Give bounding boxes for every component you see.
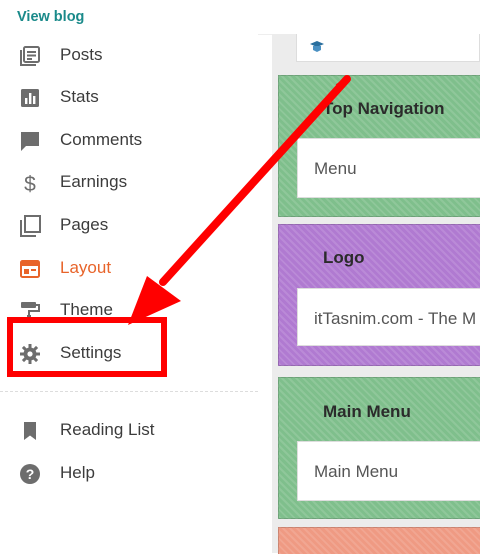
sidebar-item-earnings[interactable]: $ Earnings <box>0 162 258 202</box>
widget-label: Main Menu <box>314 462 399 481</box>
sidebar-item-label: Theme <box>60 300 113 319</box>
comments-icon <box>21 132 39 151</box>
sidebar-item-theme[interactable]: Theme <box>0 290 258 330</box>
sidebar-divider <box>0 391 258 393</box>
pages-icon <box>20 215 41 237</box>
sidebar-item-label: Help <box>60 463 95 482</box>
widget-label: itTasnim.com - The M <box>314 309 477 328</box>
sidebar-item-comments[interactable]: Comments <box>0 120 258 160</box>
sidebar-item-label: Stats <box>60 87 99 106</box>
header-widget[interactable] <box>296 34 480 62</box>
sidebar-item-label: Pages <box>60 215 109 234</box>
help-icon: ? <box>20 464 40 484</box>
layout-icon <box>20 260 40 278</box>
sidebar-item-label: Layout <box>60 258 112 277</box>
posts-icon <box>20 46 40 66</box>
widget-menu[interactable]: Menu <box>297 138 480 198</box>
section-title: Main Menu <box>323 402 411 421</box>
section-title: Logo <box>323 248 365 267</box>
sidebar-item-posts[interactable]: Posts <box>0 35 258 75</box>
section-top-navigation[interactable]: Top Navigation Menu <box>278 75 480 217</box>
paint-roller-icon <box>21 302 40 321</box>
section-main-menu[interactable]: Main Menu Main Menu <box>278 377 480 519</box>
top-bar: View blog <box>0 0 480 35</box>
sidebar-item-layout[interactable]: Layout <box>0 248 258 288</box>
gear-icon <box>20 344 40 364</box>
sidebar-item-label: Posts <box>60 45 103 64</box>
svg-text:$: $ <box>24 173 36 195</box>
bookmark-icon <box>24 422 36 440</box>
svg-text:?: ? <box>26 466 35 482</box>
sidebar-item-settings[interactable]: Settings <box>0 333 258 373</box>
sidebar-item-label: Comments <box>60 130 143 149</box>
dollar-icon: $ <box>24 173 36 195</box>
sidebar-item-label: Reading List <box>60 420 155 439</box>
sidebar-item-pages[interactable]: Pages <box>0 205 258 245</box>
section-next[interactable] <box>278 527 480 554</box>
stats-icon <box>21 89 39 107</box>
site-logo-icon <box>310 41 324 52</box>
widget-logo[interactable]: itTasnim.com - The M <box>297 288 480 346</box>
sidebar-item-label: Settings <box>60 343 122 362</box>
view-blog-link[interactable]: View blog <box>17 9 84 25</box>
section-title: Top Navigation <box>323 99 445 118</box>
sidebar-item-label: Earnings <box>60 172 128 191</box>
widget-label: Menu <box>314 159 357 178</box>
section-logo[interactable]: Logo itTasnim.com - The M <box>278 224 480 366</box>
widget-main-menu[interactable]: Main Menu <box>297 441 480 501</box>
sidebar-item-reading-list[interactable]: Reading List <box>0 410 258 450</box>
sidebar-item-stats[interactable]: Stats <box>0 77 258 117</box>
sidebar-item-help[interactable]: ? Help <box>0 453 258 493</box>
